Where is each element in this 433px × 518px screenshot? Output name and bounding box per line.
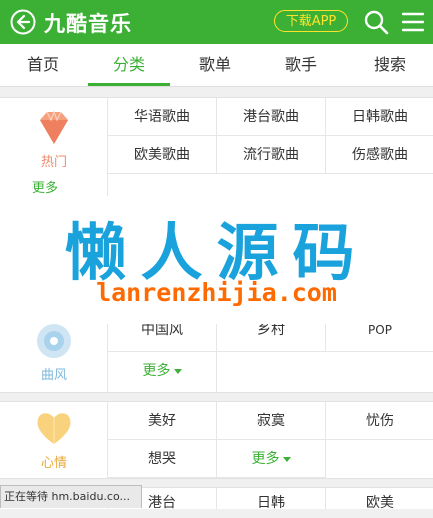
caret-down-icon xyxy=(282,456,291,462)
watermark-en: lanrenzhijia.com xyxy=(96,278,337,307)
browser-status-bar: 正在等待 hm.baidu.co... xyxy=(0,485,142,508)
region-jp-kr[interactable]: 日韩 xyxy=(217,488,326,511)
section-style: 曲风 中国风 乡村 POP 更多 xyxy=(0,315,433,393)
menu-icon[interactable] xyxy=(402,11,424,33)
top-bar: 九酷音乐 下载APP xyxy=(0,0,433,44)
mood-cry[interactable]: 想哭 xyxy=(108,440,217,478)
back-icon[interactable] xyxy=(10,9,36,35)
tab-playlists[interactable]: 歌单 xyxy=(172,44,258,86)
style-more-label: 更多 xyxy=(142,363,171,379)
genre-sad[interactable]: 伤感歌曲 xyxy=(326,136,433,174)
download-app-button[interactable]: 下载APP xyxy=(274,10,348,32)
tab-search[interactable]: 搜索 xyxy=(347,44,433,86)
genre-western[interactable]: 欧美歌曲 xyxy=(108,136,217,174)
genre-jp-kr[interactable]: 日韩歌曲 xyxy=(326,98,433,136)
heart-icon xyxy=(37,413,71,444)
mood-sad[interactable]: 忧伤 xyxy=(326,402,433,440)
section-mood: 心情 美好 寂寞 忧伤 想哭 更多 xyxy=(0,401,433,479)
watermark: 懒人源码 lanrenzhijia.com xyxy=(0,196,433,324)
caret-down-icon xyxy=(173,368,182,374)
disc-icon xyxy=(37,324,71,358)
search-icon[interactable] xyxy=(363,9,389,35)
genre-chinese[interactable]: 华语歌曲 xyxy=(108,98,217,136)
mood-nice[interactable]: 美好 xyxy=(108,402,217,440)
category-hot-label: 热门 xyxy=(40,155,67,170)
app-logo[interactable]: 九酷音乐 xyxy=(44,8,132,38)
tab-singers[interactable]: 歌手 xyxy=(258,44,344,86)
genre-hk-tw[interactable]: 港台歌曲 xyxy=(217,98,326,136)
tab-home[interactable]: 首页 xyxy=(0,44,86,86)
category-mood-label: 心情 xyxy=(40,456,67,471)
mood-lonely[interactable]: 寂寞 xyxy=(217,402,326,440)
region-western[interactable]: 欧美 xyxy=(326,488,433,511)
tab-category[interactable]: 分类 xyxy=(86,44,172,86)
mood-more-label: 更多 xyxy=(251,451,280,467)
nav-tabs: 首页 分类 歌单 歌手 搜索 xyxy=(0,44,433,87)
style-more-button[interactable]: 更多 xyxy=(108,352,217,392)
mood-more-button[interactable]: 更多 xyxy=(217,440,326,478)
category-mood[interactable]: 心情 xyxy=(0,402,108,478)
category-style[interactable]: 曲风 xyxy=(0,319,108,392)
category-style-label: 曲风 xyxy=(40,368,67,383)
section-hot: 热门 华语歌曲 港台歌曲 日韩歌曲 欧美歌曲 流行歌曲 伤感歌曲 更多 xyxy=(0,97,433,199)
diamond-icon xyxy=(40,110,68,144)
genre-pop[interactable]: 流行歌曲 xyxy=(217,136,326,174)
